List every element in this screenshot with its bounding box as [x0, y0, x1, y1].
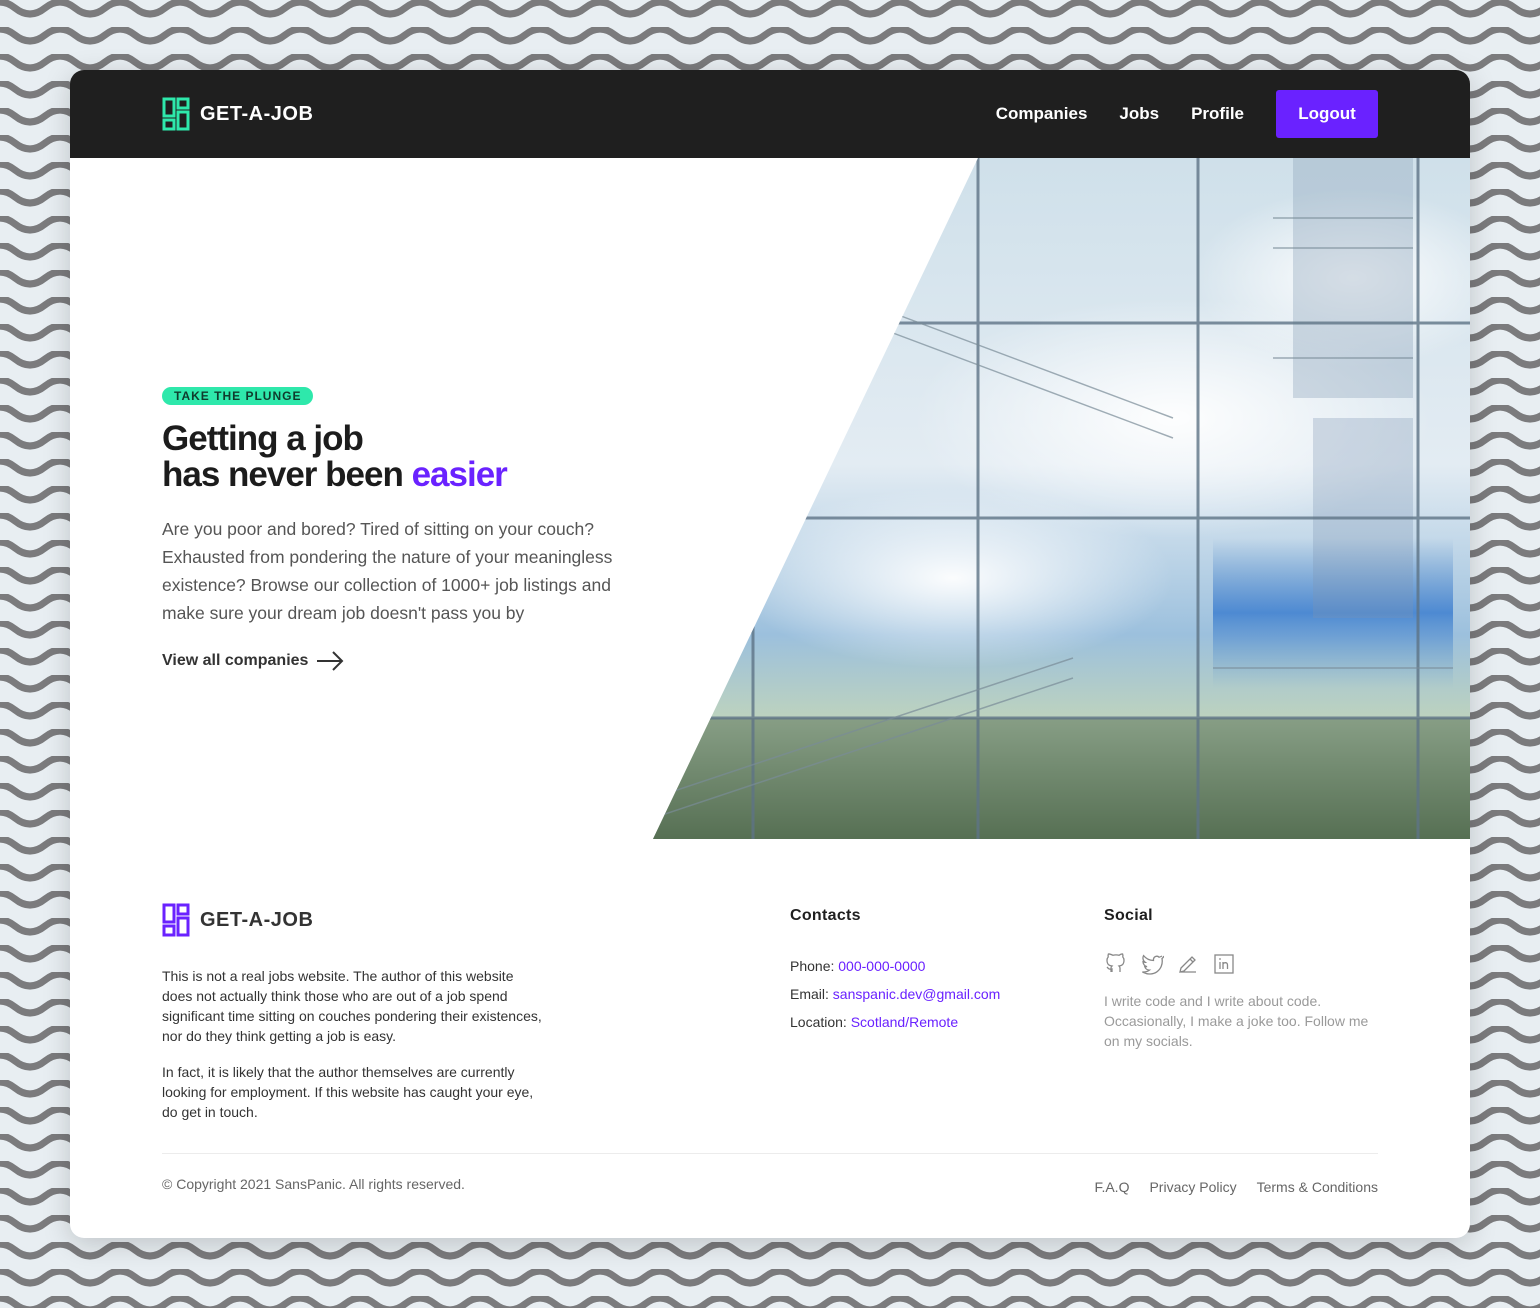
github-icon[interactable]: [1104, 952, 1128, 976]
footer-divider: [162, 1153, 1378, 1154]
social-description: I write code and I write about code. Occ…: [1104, 993, 1369, 1049]
contact-phone: Phone: 000-000-0000: [790, 956, 1000, 984]
email-link[interactable]: sanspanic.dev@gmail.com: [833, 986, 1001, 1002]
hero-title-line1: Getting a job: [162, 419, 364, 458]
faq-link[interactable]: F.A.Q: [1094, 1179, 1129, 1195]
nav-companies[interactable]: Companies: [996, 104, 1088, 124]
hero-content: TAKE THE PLUNGE Getting a job has never …: [162, 387, 642, 671]
footer-brand-logo[interactable]: GET-A-JOB: [162, 903, 313, 937]
social-heading: Social: [1104, 907, 1153, 924]
footer-brand-name: GET-A-JOB: [200, 908, 314, 931]
browser-page: GET-A-JOB Companies Jobs Profile Logout: [70, 70, 1470, 1238]
contact-label: Email:: [790, 986, 833, 1002]
glass-building-image: [653, 158, 1470, 839]
contacts-list: Phone: 000-000-0000 Email: sanspanic.dev…: [790, 956, 1000, 1040]
contact-location: Location: Scotland/Remote: [790, 1012, 1000, 1040]
contact-email: Email: sanspanic.dev@gmail.com: [790, 984, 1000, 1012]
footer-about-paragraph: This is not a real jobs website. The aut…: [162, 968, 542, 1044]
contact-label: Location:: [790, 1014, 851, 1030]
terms-link[interactable]: Terms & Conditions: [1257, 1179, 1378, 1195]
hero-title-accent: easier: [411, 455, 508, 494]
hero-title: Getting a job has never been easier: [162, 421, 642, 493]
privacy-policy-link[interactable]: Privacy Policy: [1149, 1179, 1236, 1195]
social-icons: [1104, 952, 1248, 976]
linkedin-icon[interactable]: [1212, 952, 1236, 976]
view-all-companies-link[interactable]: View all companies: [162, 651, 352, 671]
nav-jobs[interactable]: Jobs: [1119, 104, 1159, 124]
hero-section: TAKE THE PLUNGE Getting a job has never …: [70, 158, 1470, 839]
top-navbar: GET-A-JOB Companies Jobs Profile Logout: [70, 70, 1470, 158]
contact-label: Phone:: [790, 958, 839, 974]
brand-logo[interactable]: GET-A-JOB: [162, 97, 313, 131]
copyright-text: © Copyright 2021 SansPanic. All rights r…: [162, 1176, 465, 1192]
brand-name: GET-A-JOB: [200, 102, 314, 125]
legal-links: F.A.Q Privacy Policy Terms & Conditions: [1074, 1179, 1378, 1195]
phone-link[interactable]: 000-000-0000: [838, 958, 925, 974]
contacts-heading: Contacts: [790, 907, 861, 924]
nav-links: Companies Jobs Profile Logout: [996, 90, 1378, 138]
pencil-icon[interactable]: [1176, 952, 1200, 976]
location-link[interactable]: Scotland/Remote: [851, 1014, 958, 1030]
twitter-icon[interactable]: [1140, 952, 1164, 976]
grid-logo-icon: [162, 903, 190, 937]
footer-about-paragraph: In fact, it is likely that the author th…: [162, 1064, 534, 1120]
logout-button[interactable]: Logout: [1276, 90, 1378, 138]
footer-about: This is not a real jobs website. The aut…: [162, 966, 542, 1122]
nav-profile[interactable]: Profile: [1191, 104, 1244, 124]
grid-logo-icon: [162, 97, 190, 131]
hero-title-line2: has never been: [162, 455, 412, 494]
hero-description: Are you poor and bored? Tired of sitting…: [162, 519, 613, 623]
hero-tag: TAKE THE PLUNGE: [162, 387, 314, 405]
cta-label: View all companies: [162, 652, 309, 669]
site-footer: GET-A-JOB This is not a real jobs websit…: [70, 839, 1470, 1238]
arrow-right-icon: [317, 651, 344, 671]
